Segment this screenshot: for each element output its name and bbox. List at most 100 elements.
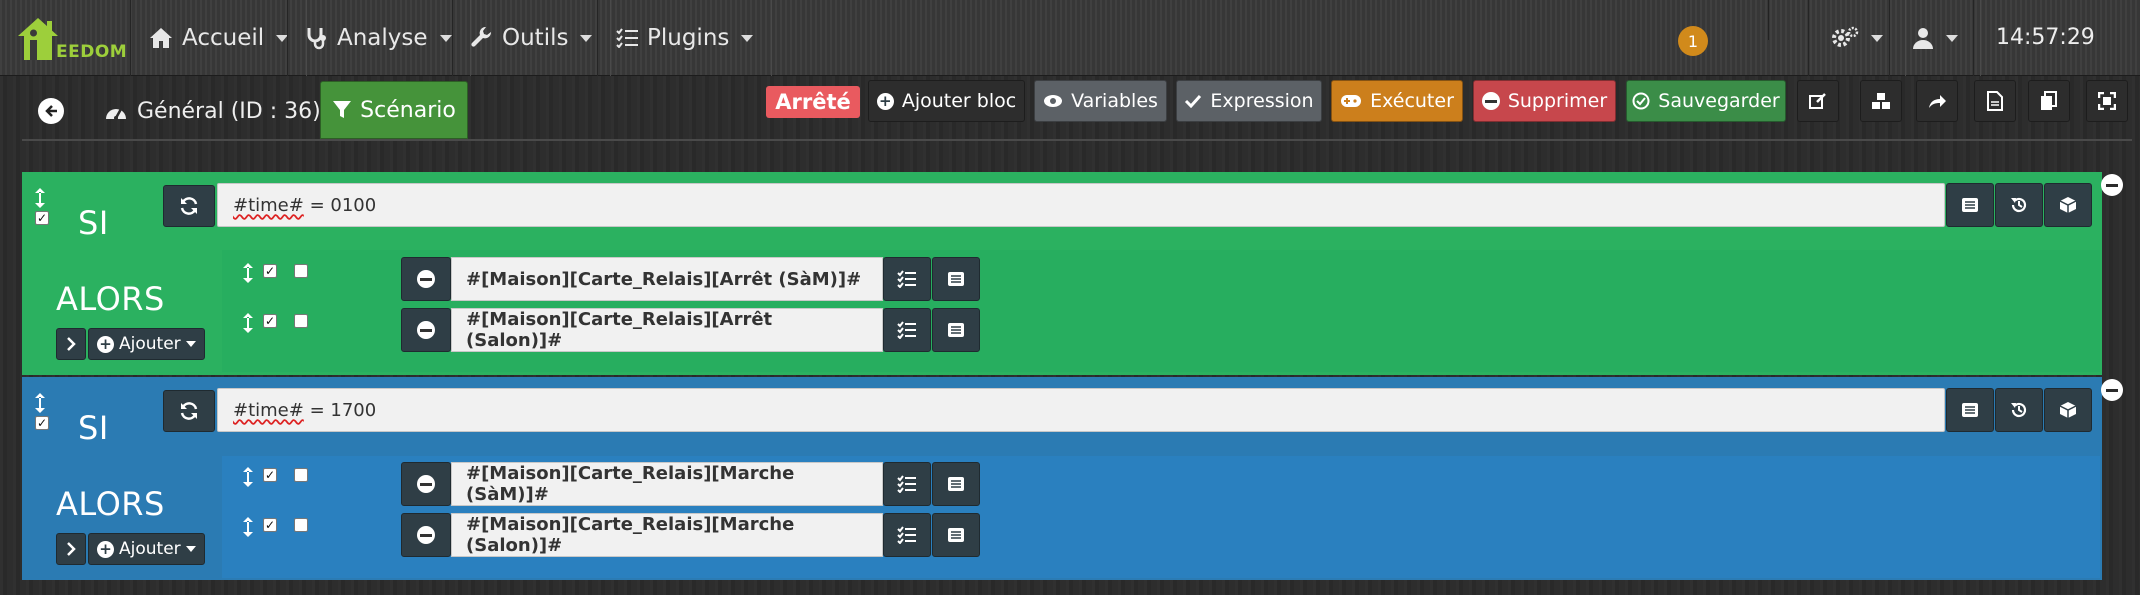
add-action-button[interactable]: + Ajouter	[88, 328, 205, 360]
action-parallel-checkbox[interactable]	[294, 468, 308, 482]
action-drag-handle[interactable]	[242, 516, 254, 538]
block-enable-checkbox[interactable]: ✓	[35, 416, 49, 430]
nav-accueil-label: Accueil	[182, 25, 265, 51]
drag-handle[interactable]	[33, 187, 47, 209]
history-button[interactable]	[1995, 388, 2043, 432]
list-alt-icon	[948, 528, 964, 542]
action-options-button[interactable]	[883, 308, 931, 352]
action-select-command-button[interactable]	[932, 462, 980, 506]
action-parallel-checkbox[interactable]	[294, 518, 308, 532]
user-menu[interactable]	[1889, 0, 1981, 76]
edit-button[interactable]	[1797, 80, 1839, 122]
action-options-button[interactable]	[883, 462, 931, 506]
variables-button[interactable]: Variables	[1034, 80, 1167, 122]
remove-block-button[interactable]	[2101, 379, 2123, 401]
select-equipment-button[interactable]	[2044, 183, 2092, 227]
select-equipment-button[interactable]	[2044, 388, 2092, 432]
condition-input[interactable]: #time# = 0100	[217, 183, 1945, 227]
add-block-button[interactable]: + Ajouter bloc	[868, 80, 1025, 122]
chevron-down-icon	[439, 34, 452, 42]
minus-circle-icon	[417, 321, 435, 339]
remove-action-button[interactable]	[401, 308, 451, 352]
delete-label: Supprimer	[1507, 90, 1608, 112]
export-button[interactable]	[1916, 80, 1958, 122]
gamepad-icon	[1341, 95, 1362, 107]
action-drag-handle[interactable]	[242, 312, 254, 334]
nav-plugins-label: Plugins	[647, 25, 730, 51]
action-options-button[interactable]	[883, 513, 931, 557]
add-action-button[interactable]: + Ajouter	[88, 533, 205, 565]
delete-button[interactable]: Supprimer	[1473, 80, 1616, 122]
condition-value: = 1700	[303, 399, 377, 421]
arrows-v-icon	[243, 467, 253, 487]
duplicate-button[interactable]	[2028, 80, 2070, 122]
save-label: Sauvegarder	[1658, 90, 1780, 112]
general-tab[interactable]: Général (ID : 36)	[104, 96, 321, 126]
action-command-input[interactable]: #[Maison][Carte_Relais][Marche (Salon)]#	[451, 513, 883, 557]
dashboard-icon	[106, 108, 126, 120]
share-icon	[1929, 95, 1946, 108]
notification-badge[interactable]: 1	[1678, 26, 1708, 56]
edit-icon	[1809, 93, 1826, 109]
minus-circle-icon	[1481, 92, 1500, 110]
action-drag-handle[interactable]	[242, 466, 254, 488]
add-action-label: Ajouter	[119, 539, 181, 559]
nav-plugins[interactable]: Plugins	[597, 0, 773, 76]
tasks-icon	[897, 270, 916, 288]
arrows-v-icon	[243, 517, 253, 537]
templates-button[interactable]	[1860, 80, 1902, 122]
history-button[interactable]	[1995, 183, 2043, 227]
action-select-command-button[interactable]	[932, 257, 980, 301]
fullscreen-button[interactable]	[2086, 80, 2128, 122]
collapse-button[interactable]	[56, 533, 86, 565]
condition-mode-button[interactable]	[163, 185, 215, 227]
chevron-down-icon	[185, 546, 196, 552]
copy-icon	[2041, 91, 2057, 110]
action-command-input[interactable]: #[Maison][Carte_Relais][Arrêt (SàM)]#	[451, 257, 883, 301]
cube-icon	[2059, 402, 2077, 418]
action-command-input[interactable]: #[Maison][Carte_Relais][Marche (SàM)]#	[451, 462, 883, 506]
expression-button[interactable]: Expression	[1176, 80, 1322, 122]
clock: 14:57:29	[1973, 0, 2117, 76]
remove-action-button[interactable]	[401, 513, 451, 557]
refresh-icon	[180, 402, 198, 420]
save-button[interactable]: Sauvegarder	[1626, 80, 1786, 122]
remove-action-button[interactable]	[401, 257, 451, 301]
log-button[interactable]	[1974, 80, 2016, 122]
action-parallel-checkbox[interactable]	[294, 314, 308, 328]
action-command-input[interactable]: #[Maison][Carte_Relais][Arrêt (Salon)]#	[451, 308, 883, 352]
chevron-down-icon	[1871, 34, 1883, 42]
condition-input[interactable]: #time# = 1700	[217, 388, 1945, 432]
condition-mode-button[interactable]	[163, 390, 215, 432]
action-enable-checkbox[interactable]: ✓	[263, 468, 277, 482]
action-enable-checkbox[interactable]: ✓	[263, 264, 277, 278]
remove-action-button[interactable]	[401, 462, 451, 506]
action-enable-checkbox[interactable]: ✓	[263, 518, 277, 532]
remove-block-button[interactable]	[2101, 174, 2123, 196]
action-drag-handle[interactable]	[242, 262, 254, 284]
plus-circle-icon: +	[97, 335, 114, 353]
select-command-button[interactable]	[1946, 388, 1994, 432]
action-parallel-checkbox[interactable]	[294, 264, 308, 278]
back-button[interactable]	[38, 98, 64, 124]
tab-scenario[interactable]: Scénario	[320, 81, 468, 139]
arrow-left-icon	[45, 105, 57, 117]
nav-accueil[interactable]: Accueil	[130, 0, 308, 76]
action-enable-checkbox[interactable]: ✓	[263, 314, 277, 328]
nav-outils[interactable]: Outils	[452, 0, 612, 76]
alors-label: ALORS	[56, 485, 165, 523]
nav-analyse[interactable]: Analyse	[287, 0, 471, 76]
home-icon	[150, 28, 172, 48]
drag-handle[interactable]	[33, 392, 47, 414]
select-command-button[interactable]	[1946, 183, 1994, 227]
action-select-command-button[interactable]	[932, 513, 980, 557]
execute-button[interactable]: Exécuter	[1331, 80, 1463, 122]
eye-icon	[1044, 95, 1063, 107]
action-select-command-button[interactable]	[932, 308, 980, 352]
block-enable-checkbox[interactable]: ✓	[35, 211, 49, 225]
collapse-button[interactable]	[56, 328, 86, 360]
history-icon	[2011, 402, 2027, 418]
arrows-v-icon	[35, 393, 45, 413]
history-icon	[2011, 197, 2027, 213]
action-options-button[interactable]	[883, 257, 931, 301]
